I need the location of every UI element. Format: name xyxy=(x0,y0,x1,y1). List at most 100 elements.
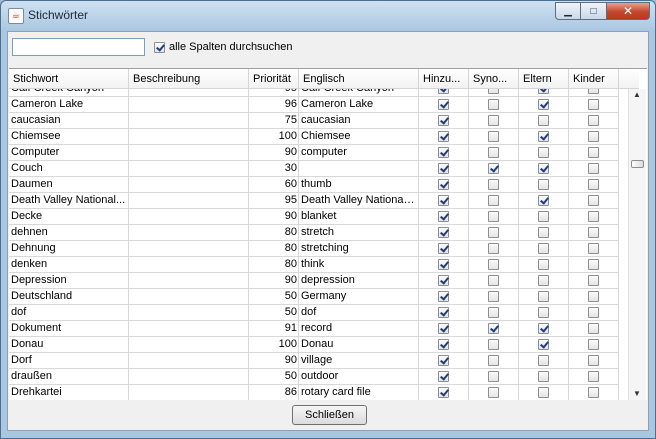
table-row[interactable]: Daumen 60 thumb xyxy=(9,177,619,193)
cell-beschreibung[interactable] xyxy=(129,113,249,129)
scroll-up-arrow-icon[interactable]: ▲ xyxy=(633,91,641,99)
kinder-checkbox[interactable] xyxy=(588,275,599,286)
table-row[interactable]: Couch 30 xyxy=(9,161,619,177)
cell-beschreibung[interactable] xyxy=(129,289,249,305)
minimize-button[interactable]: ▁ xyxy=(555,2,581,20)
hinzu-checkbox[interactable] xyxy=(438,131,449,142)
syno-checkbox[interactable] xyxy=(488,355,499,366)
cell-englisch[interactable]: caucasian xyxy=(299,113,419,129)
maximize-button[interactable]: □ xyxy=(581,2,607,20)
syno-checkbox[interactable] xyxy=(488,89,499,94)
syno-checkbox[interactable] xyxy=(488,275,499,286)
table-row[interactable]: Dorf 90 village xyxy=(9,353,619,369)
eltern-checkbox[interactable] xyxy=(538,195,549,206)
table-row[interactable]: dehnen 80 stretch xyxy=(9,225,619,241)
cell-prioritaet[interactable]: 86 xyxy=(249,385,299,400)
cell-prioritaet[interactable]: 95 xyxy=(249,89,299,97)
hinzu-checkbox[interactable] xyxy=(438,275,449,286)
cell-stichwort[interactable]: denken xyxy=(9,257,129,273)
cell-beschreibung[interactable] xyxy=(129,257,249,273)
hinzu-checkbox[interactable] xyxy=(438,387,449,398)
cell-beschreibung[interactable] xyxy=(129,89,249,97)
cell-beschreibung[interactable] xyxy=(129,145,249,161)
search-all-columns-option[interactable]: alle Spalten durchsuchen xyxy=(154,41,293,53)
table-row[interactable]: Computer 90 computer xyxy=(9,145,619,161)
syno-checkbox[interactable] xyxy=(488,371,499,382)
cell-prioritaet[interactable]: 100 xyxy=(249,129,299,145)
cell-beschreibung[interactable] xyxy=(129,161,249,177)
cell-beschreibung[interactable] xyxy=(129,369,249,385)
cell-prioritaet[interactable]: 90 xyxy=(249,145,299,161)
cell-englisch[interactable]: Chiemsee xyxy=(299,129,419,145)
cell-prioritaet[interactable]: 50 xyxy=(249,369,299,385)
column-header-stichwort[interactable]: Stichwort xyxy=(9,69,129,89)
kinder-checkbox[interactable] xyxy=(588,291,599,302)
cell-prioritaet[interactable]: 80 xyxy=(249,257,299,273)
hinzu-checkbox[interactable] xyxy=(438,307,449,318)
cell-beschreibung[interactable] xyxy=(129,241,249,257)
scroll-down-arrow-icon[interactable]: ▼ xyxy=(633,390,641,398)
title-bar[interactable]: ☕ Stichwörter ▁ □ ✕ xyxy=(1,1,655,31)
cell-beschreibung[interactable] xyxy=(129,305,249,321)
eltern-checkbox[interactable] xyxy=(538,323,549,334)
kinder-checkbox[interactable] xyxy=(588,131,599,142)
table-row[interactable]: Death Valley National... 95 Death Valley N… xyxy=(9,193,619,209)
eltern-checkbox[interactable] xyxy=(538,147,549,158)
kinder-checkbox[interactable] xyxy=(588,355,599,366)
cell-englisch[interactable]: record xyxy=(299,321,419,337)
hinzu-checkbox[interactable] xyxy=(438,163,449,174)
eltern-checkbox[interactable] xyxy=(538,371,549,382)
cell-prioritaet[interactable]: 96 xyxy=(249,97,299,113)
eltern-checkbox[interactable] xyxy=(538,99,549,110)
kinder-checkbox[interactable] xyxy=(588,307,599,318)
cell-beschreibung[interactable] xyxy=(129,225,249,241)
cell-englisch[interactable]: village xyxy=(299,353,419,369)
cell-prioritaet[interactable]: 80 xyxy=(249,241,299,257)
hinzu-checkbox[interactable] xyxy=(438,291,449,302)
eltern-checkbox[interactable] xyxy=(538,243,549,254)
syno-checkbox[interactable] xyxy=(488,147,499,158)
eltern-checkbox[interactable] xyxy=(538,89,549,94)
cell-englisch[interactable] xyxy=(299,161,419,177)
kinder-checkbox[interactable] xyxy=(588,243,599,254)
cell-stichwort[interactable]: Computer xyxy=(9,145,129,161)
syno-checkbox[interactable] xyxy=(488,195,499,206)
cell-englisch[interactable]: Germany xyxy=(299,289,419,305)
syno-checkbox[interactable] xyxy=(488,179,499,190)
eltern-checkbox[interactable] xyxy=(538,131,549,142)
hinzu-checkbox[interactable] xyxy=(438,147,449,158)
table-row[interactable]: Decke 90 blanket xyxy=(9,209,619,225)
cell-englisch[interactable]: Death Valley National ... xyxy=(299,193,419,209)
syno-checkbox[interactable] xyxy=(488,307,499,318)
eltern-checkbox[interactable] xyxy=(538,307,549,318)
table-row[interactable]: draußen 50 outdoor xyxy=(9,369,619,385)
cell-stichwort[interactable]: Dokument xyxy=(9,321,129,337)
cell-beschreibung[interactable] xyxy=(129,193,249,209)
column-header-prioritaet[interactable]: Priorität xyxy=(249,69,299,89)
column-header-beschreibung[interactable]: Beschreibung xyxy=(129,69,249,89)
kinder-checkbox[interactable] xyxy=(588,227,599,238)
search-input[interactable] xyxy=(12,38,145,56)
hinzu-checkbox[interactable] xyxy=(438,339,449,350)
table-row[interactable]: caucasian 75 caucasian xyxy=(9,113,619,129)
syno-checkbox[interactable] xyxy=(488,339,499,350)
cell-englisch[interactable]: stretch xyxy=(299,225,419,241)
table-row[interactable]: Chiemsee 100 Chiemsee xyxy=(9,129,619,145)
eltern-checkbox[interactable] xyxy=(538,227,549,238)
cell-englisch[interactable]: Calf Creek Canyon xyxy=(299,89,419,97)
cell-prioritaet[interactable]: 30 xyxy=(249,161,299,177)
cell-stichwort[interactable]: Chiemsee xyxy=(9,129,129,145)
kinder-checkbox[interactable] xyxy=(588,211,599,222)
close-button[interactable]: Schließen xyxy=(292,405,367,425)
table-row[interactable]: Depression 90 depression xyxy=(9,273,619,289)
table-row[interactable]: Dehnung 80 stretching xyxy=(9,241,619,257)
table-body[interactable]: Calf Creek Canyon95Calf Creek CanyonCame… xyxy=(9,89,626,400)
syno-checkbox[interactable] xyxy=(488,211,499,222)
cell-englisch[interactable]: Cameron Lake xyxy=(299,97,419,113)
cell-beschreibung[interactable] xyxy=(129,337,249,353)
cell-beschreibung[interactable] xyxy=(129,273,249,289)
cell-stichwort[interactable]: Depression xyxy=(9,273,129,289)
table-row[interactable]: Drehkartei 86 rotary card file xyxy=(9,385,619,400)
kinder-checkbox[interactable] xyxy=(588,323,599,334)
table-row[interactable]: dof 50 dof xyxy=(9,305,619,321)
